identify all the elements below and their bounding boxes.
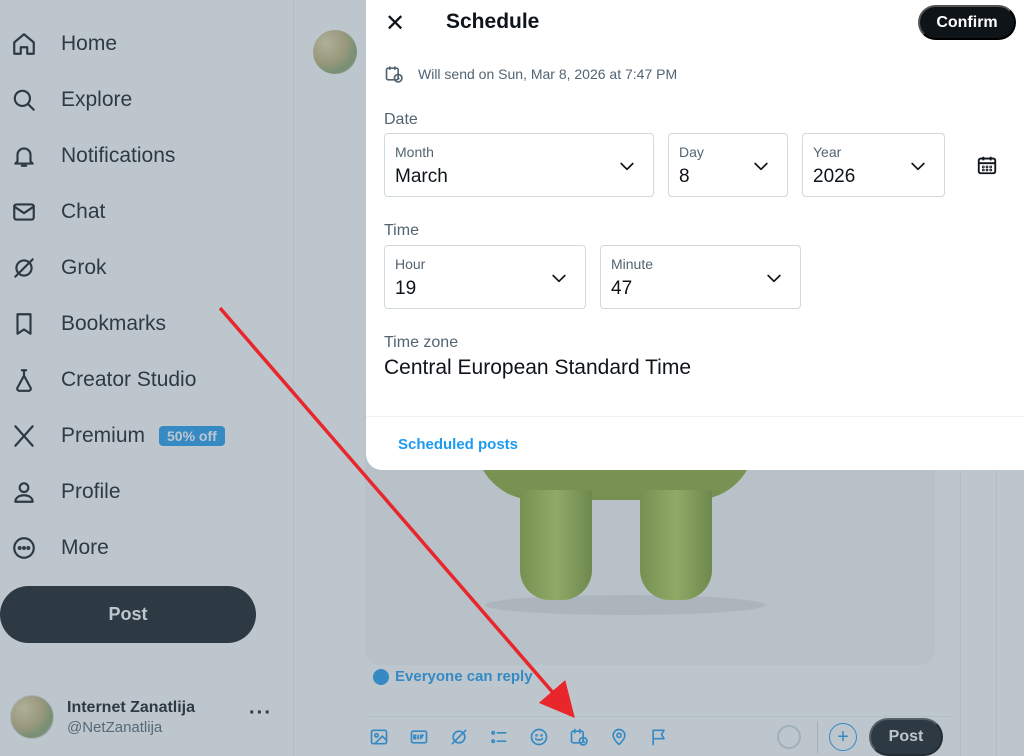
scheduled-posts-link[interactable]: Scheduled posts (398, 436, 518, 453)
month-select[interactable]: Month March (384, 133, 654, 197)
close-icon[interactable]: ✕ (382, 10, 408, 37)
time-section-label: Time (384, 222, 419, 239)
dialog-title: Schedule (446, 10, 540, 33)
send-summary-text: Will send on Sun, Mar 8, 2026 at 7:47 PM (418, 66, 678, 82)
timezone-label: Time zone (384, 334, 459, 351)
chevron-down-icon (908, 156, 928, 176)
confirm-button[interactable]: Confirm (918, 5, 1016, 40)
day-select[interactable]: Day 8 (668, 133, 788, 197)
year-select[interactable]: Year 2026 (802, 133, 945, 197)
divider (366, 416, 1024, 417)
schedule-dialog: ✕ Schedule Confirm Will send on Sun, Mar… (366, 0, 1024, 470)
minute-value: 47 (611, 278, 633, 299)
day-value: 8 (679, 166, 690, 187)
minute-label: Minute (611, 256, 654, 272)
schedule-icon (385, 66, 403, 83)
year-value: 2026 (813, 166, 856, 187)
chevron-down-icon (617, 156, 637, 176)
day-label: Day (679, 144, 704, 160)
chevron-down-icon (764, 268, 784, 288)
month-label: Month (395, 144, 434, 160)
chevron-down-icon (549, 268, 569, 288)
chevron-down-icon (751, 156, 771, 176)
year-label: Year (813, 144, 842, 160)
hour-label: Hour (395, 256, 426, 272)
minute-select[interactable]: Minute 47 (600, 245, 801, 309)
hour-value: 19 (395, 278, 417, 299)
hour-select[interactable]: Hour 19 (384, 245, 586, 309)
send-summary: Will send on Sun, Mar 8, 2026 at 7:47 PM (384, 64, 677, 84)
month-value: March (395, 166, 448, 187)
calendar-icon[interactable] (974, 152, 1000, 178)
date-section-label: Date (384, 111, 418, 128)
timezone-value: Central European Standard Time (384, 356, 692, 379)
